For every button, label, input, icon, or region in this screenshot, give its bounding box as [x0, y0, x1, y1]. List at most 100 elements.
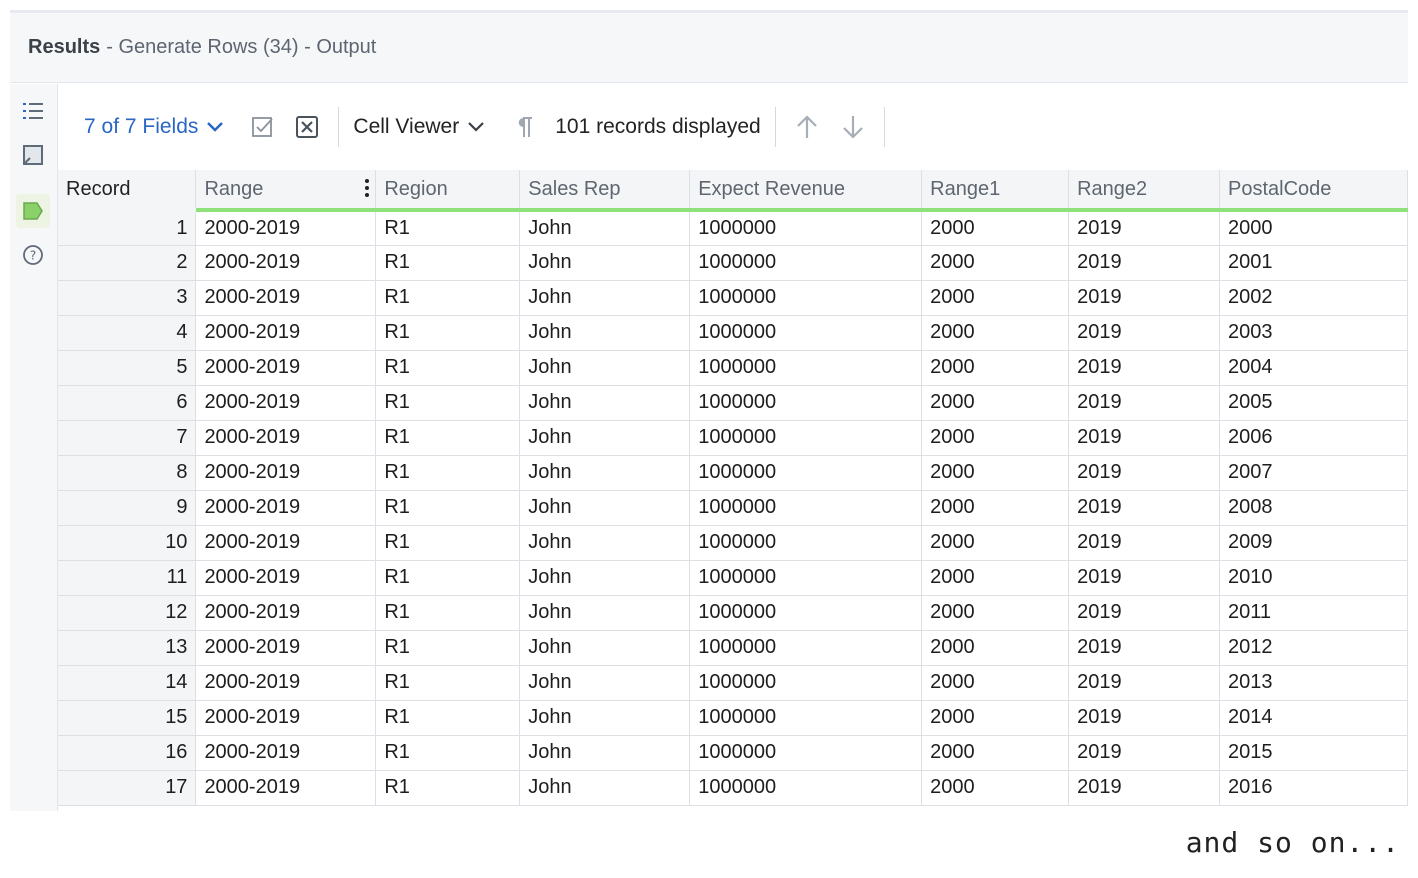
record-number-cell[interactable]: 11 — [58, 560, 197, 596]
record-number-cell[interactable]: 5 — [58, 350, 197, 386]
table-cell[interactable]: 2000 — [921, 210, 1070, 246]
table-cell[interactable]: John — [519, 770, 691, 806]
column-header-range2[interactable]: Range2 — [1068, 170, 1220, 212]
table-cell[interactable]: John — [519, 315, 691, 351]
table-cell[interactable]: John — [519, 280, 691, 316]
table-cell[interactable]: 2000-2019 — [195, 665, 377, 701]
table-cell[interactable]: John — [519, 735, 691, 771]
record-number-cell[interactable]: 6 — [58, 385, 197, 421]
table-cell[interactable]: 2019 — [1068, 315, 1220, 351]
table-cell[interactable]: 2000 — [921, 490, 1070, 526]
table-cell[interactable]: 1000000 — [689, 455, 923, 491]
table-cell[interactable]: 2000-2019 — [195, 560, 377, 596]
table-cell[interactable]: John — [519, 490, 691, 526]
table-cell[interactable]: 2019 — [1068, 735, 1220, 771]
table-cell[interactable]: 2019 — [1068, 700, 1220, 736]
table-cell[interactable]: 2000-2019 — [195, 385, 377, 421]
table-cell[interactable]: R1 — [375, 595, 521, 631]
table-cell[interactable]: 2007 — [1219, 455, 1408, 491]
column-header-postalcode[interactable]: PostalCode — [1219, 170, 1408, 212]
table-cell[interactable]: John — [519, 595, 691, 631]
record-number-cell[interactable]: 9 — [58, 490, 197, 526]
column-header-region[interactable]: Region — [375, 170, 521, 212]
profile-icon[interactable] — [16, 138, 50, 172]
table-cell[interactable]: John — [519, 525, 691, 561]
table-row[interactable]: 2 2000-2019 R1 John 1000000 2000 2019 2001 — [58, 245, 1408, 281]
table-cell[interactable]: John — [519, 560, 691, 596]
table-cell[interactable]: R1 — [375, 665, 521, 701]
table-cell[interactable]: 1000000 — [689, 630, 923, 666]
pilcrow-icon[interactable] — [507, 110, 541, 144]
table-cell[interactable]: 2000 — [921, 420, 1070, 456]
table-cell[interactable]: 2019 — [1068, 630, 1220, 666]
table-cell[interactable]: R1 — [375, 210, 521, 246]
help-icon[interactable]: ? — [16, 238, 50, 272]
record-number-cell[interactable]: 13 — [58, 630, 197, 666]
checkbox-select-icon[interactable] — [246, 110, 280, 144]
table-cell[interactable]: 1000000 — [689, 385, 923, 421]
record-number-cell[interactable]: 15 — [58, 700, 197, 736]
table-cell[interactable]: 1000000 — [689, 735, 923, 771]
arrow-down-icon[interactable] — [836, 110, 870, 144]
table-cell[interactable]: 1000000 — [689, 245, 923, 281]
table-cell[interactable]: 2000-2019 — [195, 315, 377, 351]
table-row[interactable]: 8 2000-2019 R1 John 1000000 2000 2019 2007 — [58, 455, 1408, 491]
table-cell[interactable]: 2010 — [1219, 560, 1408, 596]
table-row[interactable]: 1 2000-2019 R1 John 1000000 2000 2019 2000 — [58, 210, 1408, 246]
arrow-up-icon[interactable] — [790, 110, 824, 144]
cell-viewer-dropdown[interactable]: Cell Viewer — [353, 115, 485, 139]
table-cell[interactable]: 2000 — [921, 700, 1070, 736]
table-cell[interactable]: 2019 — [1068, 455, 1220, 491]
table-row[interactable]: 11 2000-2019 R1 John 1000000 2000 2019 2010 — [58, 560, 1408, 596]
table-cell[interactable]: 1000000 — [689, 315, 923, 351]
deselect-icon[interactable] — [290, 110, 324, 144]
table-cell[interactable]: 2019 — [1068, 280, 1220, 316]
record-number-cell[interactable]: 10 — [58, 525, 197, 561]
table-cell[interactable]: 2008 — [1219, 490, 1408, 526]
table-row[interactable]: 4 2000-2019 R1 John 1000000 2000 2019 2003 — [58, 315, 1408, 351]
record-number-cell[interactable]: 17 — [58, 770, 197, 806]
table-cell[interactable]: 2009 — [1219, 525, 1408, 561]
table-row[interactable]: 15 2000-2019 R1 John 1000000 2000 2019 2014 — [58, 700, 1408, 736]
record-number-cell[interactable]: 3 — [58, 280, 197, 316]
table-cell[interactable]: 1000000 — [689, 420, 923, 456]
record-number-cell[interactable]: 2 — [58, 245, 197, 281]
table-cell[interactable]: 2000 — [921, 385, 1070, 421]
table-cell[interactable]: 2000 — [921, 525, 1070, 561]
table-cell[interactable]: 2019 — [1068, 770, 1220, 806]
table-cell[interactable]: R1 — [375, 700, 521, 736]
table-cell[interactable]: 2015 — [1219, 735, 1408, 771]
record-number-cell[interactable]: 12 — [58, 595, 197, 631]
table-cell[interactable]: 1000000 — [689, 210, 923, 246]
table-cell[interactable]: 2000-2019 — [195, 420, 377, 456]
column-header-record[interactable]: Record — [58, 170, 197, 212]
table-cell[interactable]: 2000 — [1219, 210, 1408, 246]
table-cell[interactable]: R1 — [375, 385, 521, 421]
table-row[interactable]: 17 2000-2019 R1 John 1000000 2000 2019 2016 — [58, 770, 1408, 806]
table-row[interactable]: 9 2000-2019 R1 John 1000000 2000 2019 2008 — [58, 490, 1408, 526]
table-cell[interactable]: 2000 — [921, 630, 1070, 666]
table-cell[interactable]: 2012 — [1219, 630, 1408, 666]
table-cell[interactable]: 2000-2019 — [195, 770, 377, 806]
table-cell[interactable]: 2002 — [1219, 280, 1408, 316]
table-cell[interactable]: 2016 — [1219, 770, 1408, 806]
table-cell[interactable]: 2019 — [1068, 385, 1220, 421]
table-cell[interactable]: 1000000 — [689, 770, 923, 806]
table-cell[interactable]: R1 — [375, 245, 521, 281]
fields-dropdown[interactable]: 7 of 7 Fields — [84, 115, 224, 139]
table-cell[interactable]: R1 — [375, 420, 521, 456]
table-tag-icon[interactable] — [16, 194, 50, 228]
table-cell[interactable]: 2000 — [921, 665, 1070, 701]
table-cell[interactable]: 2011 — [1219, 595, 1408, 631]
table-cell[interactable]: 1000000 — [689, 665, 923, 701]
table-cell[interactable]: R1 — [375, 525, 521, 561]
table-cell[interactable]: John — [519, 455, 691, 491]
table-cell[interactable]: 2019 — [1068, 560, 1220, 596]
table-cell[interactable]: John — [519, 700, 691, 736]
record-number-cell[interactable]: 16 — [58, 735, 197, 771]
table-cell[interactable]: John — [519, 630, 691, 666]
table-cell[interactable]: 2006 — [1219, 420, 1408, 456]
record-number-cell[interactable]: 7 — [58, 420, 197, 456]
table-cell[interactable]: 2000-2019 — [195, 700, 377, 736]
table-cell[interactable]: 2000 — [921, 770, 1070, 806]
